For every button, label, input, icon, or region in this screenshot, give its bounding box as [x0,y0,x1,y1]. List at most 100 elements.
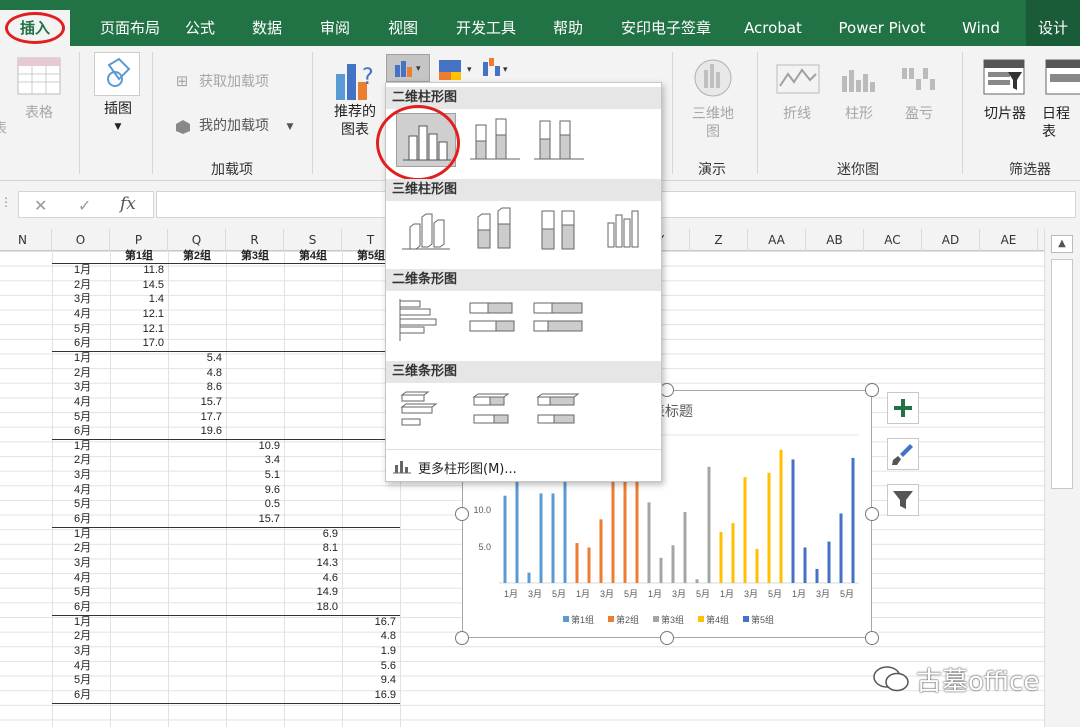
value-cell[interactable]: 1.4 [110,292,164,306]
column-header[interactable]: AE [980,229,1038,251]
month-cell[interactable]: 4月 [74,571,91,585]
scroll-thumb[interactable] [1051,259,1073,489]
month-cell[interactable]: 4月 [74,483,91,497]
month-cell[interactable]: 2月 [74,541,91,555]
month-cell[interactable]: 5月 [74,673,91,687]
value-cell[interactable]: 14.5 [110,278,164,292]
month-cell[interactable]: 2月 [74,278,91,292]
column-header[interactable]: AB [806,229,864,251]
tab-power-pivot[interactable]: Power Pivot [830,0,934,48]
month-cell[interactable]: 4月 [74,395,91,409]
value-cell[interactable]: 17.0 [110,336,164,350]
insert-hierarchy-chart-button[interactable]: ▾ [437,56,481,82]
value-cell[interactable]: 12.1 [110,307,164,321]
month-cell[interactable]: 1月 [74,527,91,541]
column-header[interactable]: S [284,229,342,251]
table-button[interactable]: 表格 [14,104,64,122]
my-addins-button[interactable]: 我的加载项 [199,117,285,135]
sparkline-column-button[interactable]: 柱形 [834,105,884,123]
month-cell[interactable]: 6月 [74,688,91,702]
resize-handle[interactable] [865,507,879,521]
value-cell[interactable]: 12.1 [110,322,164,336]
month-cell[interactable]: 2月 [74,629,91,643]
chart-filters-button[interactable] [887,484,919,516]
stacked-bar-option[interactable] [466,295,526,349]
month-cell[interactable]: 5月 [74,410,91,424]
column-header[interactable]: O [52,229,110,251]
month-cell[interactable]: 3月 [74,644,91,658]
resize-handle[interactable] [865,631,879,645]
value-cell[interactable]: 4.6 [284,571,338,585]
column-header[interactable]: AC [864,229,922,251]
month-cell[interactable]: 3月 [74,468,91,482]
tab-view[interactable]: 视图 [374,0,432,48]
3d-clustered-bar-option[interactable] [396,387,456,441]
3d-100-stacked-bar-option[interactable] [530,387,590,441]
value-cell[interactable]: 15.7 [168,395,222,409]
illustrations-button[interactable]: 插图 [92,100,144,118]
3d-stacked-column-option[interactable] [466,203,526,257]
3d-100-stacked-column-option[interactable] [530,203,590,257]
value-cell[interactable]: 3.4 [226,453,280,467]
chart-styles-button[interactable] [887,438,919,470]
clustered-bar-option[interactable] [396,295,456,349]
value-cell[interactable]: 0.5 [226,497,280,511]
tab-acrobat[interactable]: Acrobat [738,0,808,48]
month-cell[interactable]: 3月 [74,556,91,570]
tab-data[interactable]: 数据 [238,0,296,48]
resize-handle[interactable] [660,631,674,645]
column-group-header[interactable]: 第3组 [226,249,284,263]
month-cell[interactable]: 6月 [74,512,91,526]
value-cell[interactable]: 4.8 [342,629,396,643]
value-cell[interactable]: 5.1 [226,468,280,482]
value-cell[interactable]: 17.7 [168,410,222,424]
month-cell[interactable]: 2月 [74,453,91,467]
value-cell[interactable]: 16.9 [342,688,396,702]
value-cell[interactable]: 9.6 [226,483,280,497]
sparkline-line-button[interactable]: 折线 [772,105,822,123]
month-cell[interactable]: 6月 [74,600,91,614]
column-header[interactable]: R [226,229,284,251]
month-cell[interactable]: 5月 [74,497,91,511]
value-cell[interactable]: 9.4 [342,673,396,687]
more-column-charts-button[interactable]: 更多柱形图(M)... [418,458,517,477]
month-cell[interactable]: 1月 [74,263,91,277]
insert-waterfall-chart-button[interactable]: ▾ [481,56,515,82]
month-cell[interactable]: 1月 [74,351,91,365]
3d-column-option[interactable] [598,203,658,257]
scroll-up-arrow-icon[interactable]: ▲ [1051,235,1073,253]
value-cell[interactable]: 4.8 [168,366,222,380]
value-cell[interactable]: 14.9 [284,585,338,599]
value-cell[interactable]: 5.4 [168,351,222,365]
month-cell[interactable]: 4月 [74,659,91,673]
month-cell[interactable]: 4月 [74,307,91,321]
resize-handle[interactable] [660,383,674,397]
resize-handle[interactable] [455,631,469,645]
resize-handle[interactable] [865,383,879,397]
value-cell[interactable]: 5.6 [342,659,396,673]
100-stacked-column-option[interactable] [530,113,590,167]
month-cell[interactable]: 5月 [74,322,91,336]
resize-handle[interactable] [455,507,469,521]
month-cell[interactable]: 1月 [74,615,91,629]
value-cell[interactable]: 1.9 [342,644,396,658]
month-cell[interactable]: 3月 [74,292,91,306]
column-group-header[interactable]: 第1组 [110,249,168,263]
enter-icon[interactable]: ✓ [78,196,91,215]
sparkline-winloss-button[interactable]: 盈亏 [894,105,944,123]
column-header[interactable]: N [0,229,52,251]
value-cell[interactable]: 11.8 [110,263,164,277]
column-header[interactable]: Q [168,229,226,251]
value-cell[interactable]: 15.7 [226,512,280,526]
value-cell[interactable]: 8.6 [168,380,222,394]
insert-column-chart-button[interactable]: ▾ [386,54,430,82]
value-cell[interactable]: 18.0 [284,600,338,614]
value-cell[interactable]: 6.9 [284,527,338,541]
tab-developer[interactable]: 开发工具 [446,0,526,48]
column-group-header[interactable]: 第4组 [284,249,342,263]
value-cell[interactable]: 19.6 [168,424,222,438]
chart-elements-button[interactable] [887,392,919,424]
column-group-header[interactable]: 第2组 [168,249,226,263]
get-addins-button[interactable]: 获取加载项 [199,73,309,91]
value-cell[interactable]: 10.9 [226,439,280,453]
